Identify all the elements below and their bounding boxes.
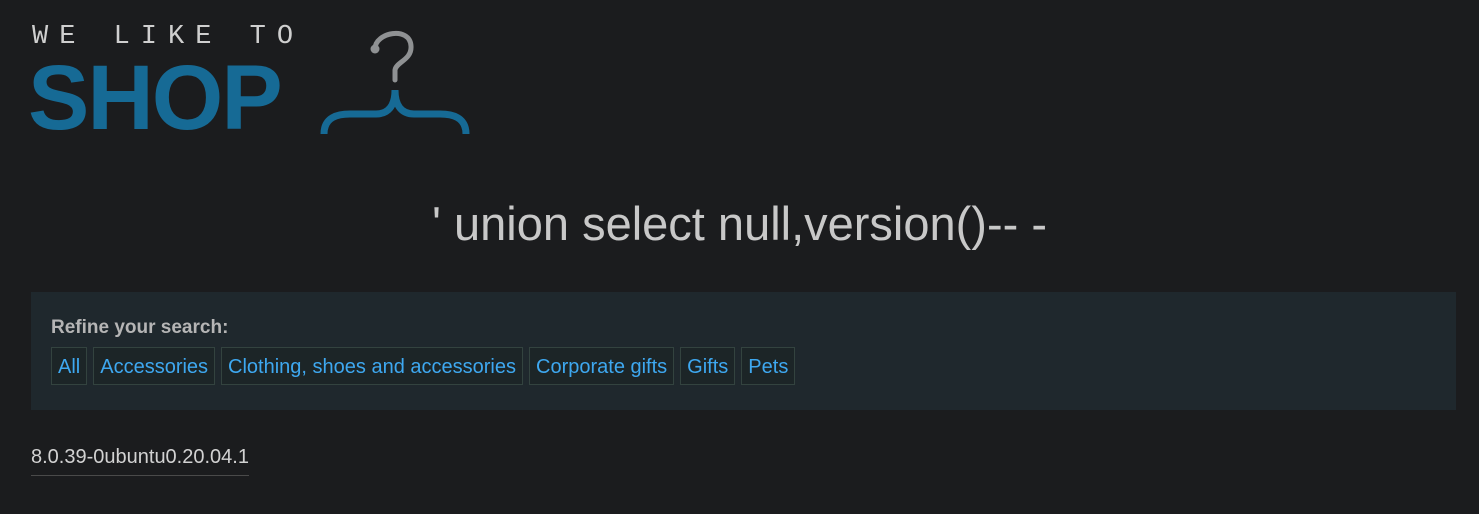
page: WE LIKE TO SHOP ' union select null,vers… [0,0,1479,514]
filter-accessories-link[interactable]: Accessories [93,347,216,385]
search-title: ' union select null,version()-- - [432,197,1047,250]
filter-clothing-link[interactable]: Clothing, shoes and accessories [221,347,523,385]
filter-corporate-gifts-link[interactable]: Corporate gifts [529,347,675,385]
filter-list: All Accessories Clothing, shoes and acce… [51,347,796,385]
filter-panel: Refine your search: All Accessories Clot… [31,292,1456,410]
logo-wordmark: SHOP [28,47,283,149]
filter-gifts-link[interactable]: Gifts [680,347,736,385]
result-row: 8.0.39-0ubuntu0.20.04.1 [31,446,249,476]
filter-pets-link[interactable]: Pets [741,347,796,385]
hanger-icon [320,30,470,135]
filter-label: Refine your search: [51,317,229,338]
filter-all-link[interactable]: All [51,347,88,385]
shop-logo[interactable]: WE LIKE TO SHOP [28,22,488,149]
